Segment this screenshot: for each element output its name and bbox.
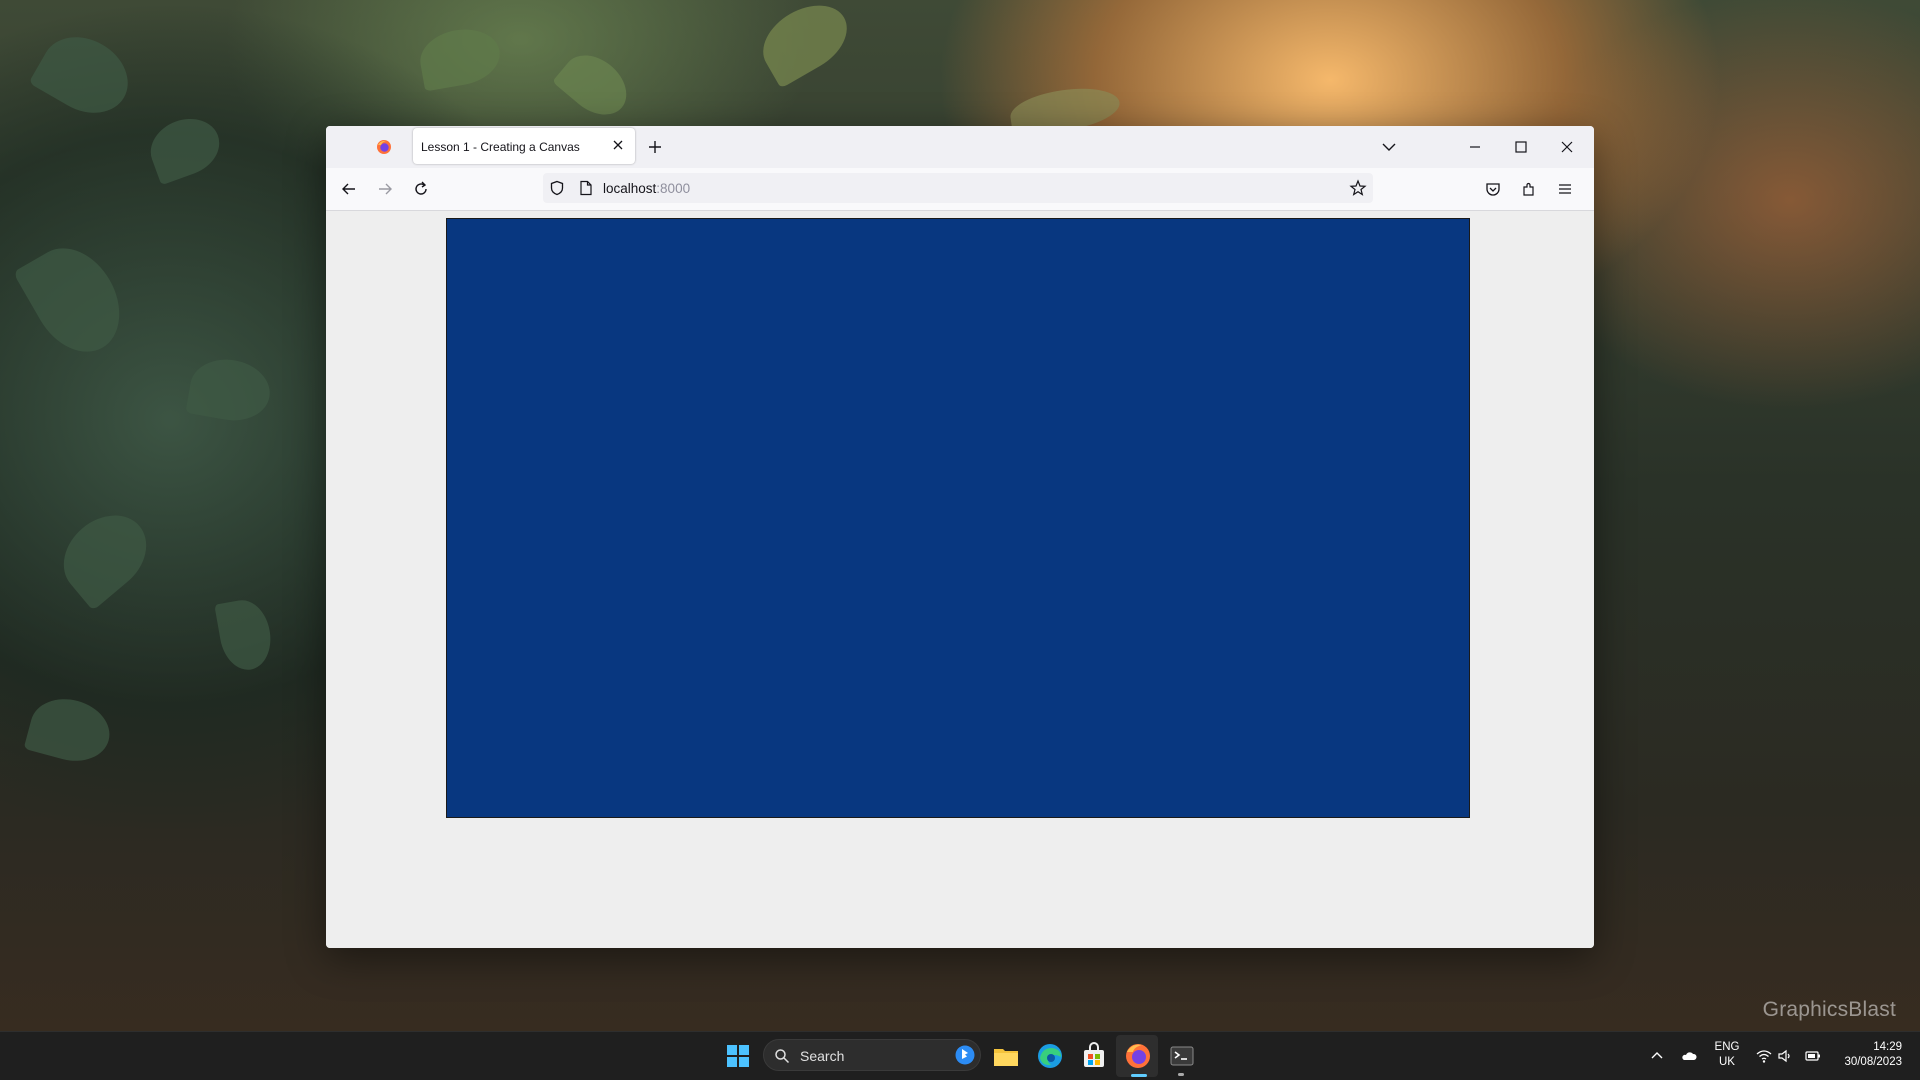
navigation-toolbar: localhost:8000	[326, 168, 1594, 211]
extensions-icon[interactable]	[1520, 180, 1538, 198]
volume-icon[interactable]	[1776, 1047, 1794, 1065]
wifi-icon[interactable]	[1755, 1047, 1773, 1065]
active-app-indicator	[1131, 1074, 1147, 1077]
firefox-icon[interactable]	[1122, 1040, 1154, 1072]
new-tab-icon[interactable]	[646, 138, 664, 156]
webgl-canvas[interactable]	[446, 218, 1470, 818]
bookmark-star-icon[interactable]	[1349, 179, 1367, 197]
file-explorer-icon[interactable]	[990, 1040, 1022, 1072]
maximize-icon[interactable]	[1512, 138, 1530, 156]
tab-bar: Lesson 1 - Creating a Canvas	[326, 126, 1594, 168]
taskbar-search-box[interactable]: Search	[763, 1039, 981, 1071]
tab-lesson-1[interactable]: Lesson 1 - Creating a Canvas	[413, 128, 635, 164]
running-app-indicator	[1178, 1073, 1184, 1076]
watermark: GraphicsBlast	[1762, 998, 1896, 1021]
input-language-indicator[interactable]: ENG UK	[1714, 1040, 1740, 1070]
close-window-icon[interactable]	[1558, 138, 1576, 156]
tracking-protection-shield-icon[interactable]	[549, 180, 565, 196]
list-all-tabs-icon[interactable]	[1381, 139, 1397, 155]
onedrive-cloud-icon[interactable]	[1680, 1047, 1698, 1065]
battery-icon[interactable]	[1804, 1047, 1822, 1065]
minimize-icon[interactable]	[1466, 138, 1484, 156]
url-text[interactable]: localhost:8000	[603, 181, 690, 196]
pocket-icon[interactable]	[1484, 180, 1502, 198]
clock-time: 14:29	[1873, 1041, 1902, 1053]
menu-icon[interactable]	[1556, 180, 1574, 198]
page-info-icon[interactable]	[579, 180, 593, 196]
edge-icon[interactable]	[1034, 1040, 1066, 1072]
page-content	[326, 211, 1594, 948]
search-label: Search	[800, 1048, 845, 1064]
address-bar[interactable]: localhost:8000	[543, 173, 1373, 203]
reload-icon[interactable]	[412, 180, 430, 198]
terminal-icon[interactable]	[1166, 1040, 1198, 1072]
taskbar: Search ENG UK 14:29 30/08/2023	[0, 1031, 1920, 1080]
close-tab-icon[interactable]	[611, 138, 625, 152]
firefox-view-icon[interactable]	[376, 139, 392, 155]
microsoft-store-icon[interactable]	[1078, 1040, 1110, 1072]
taskbar-clock[interactable]: 14:29 30/08/2023	[1844, 1040, 1902, 1070]
forward-icon[interactable]	[376, 180, 394, 198]
bing-chat-icon[interactable]	[954, 1044, 976, 1066]
browser-window: Lesson 1 - Creating a Canvas localhost:8…	[326, 126, 1594, 948]
start-windows-icon[interactable]	[722, 1040, 754, 1072]
tab-title: Lesson 1 - Creating a Canvas	[421, 140, 580, 154]
show-hidden-icons-chevron-icon[interactable]	[1648, 1047, 1666, 1065]
clock-date: 30/08/2023	[1844, 1056, 1902, 1068]
search-icon	[775, 1049, 790, 1064]
back-icon[interactable]	[340, 180, 358, 198]
